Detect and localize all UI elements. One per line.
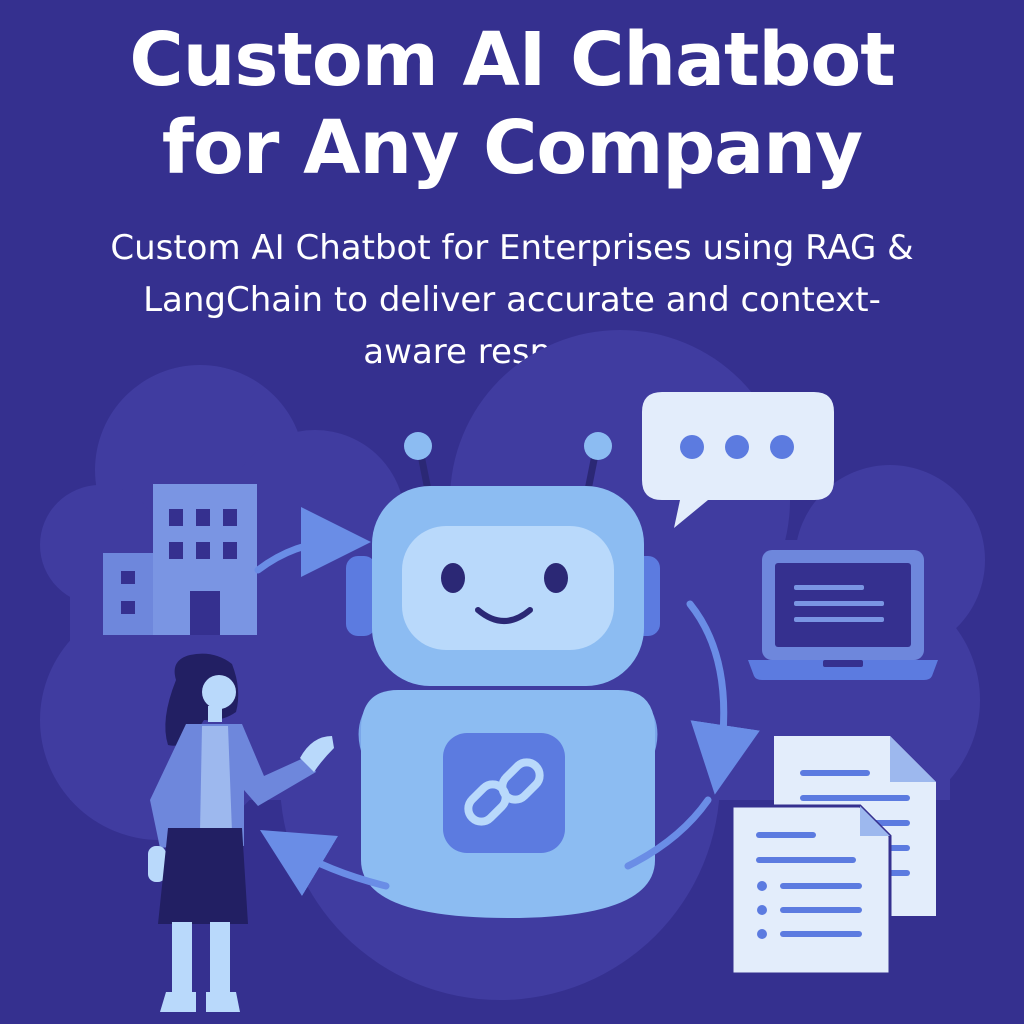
hero-illustration	[40, 330, 985, 1012]
poster: Custom AI Chatbot for Any Company Custom…	[0, 0, 1024, 1024]
laptop-icon	[748, 550, 938, 680]
